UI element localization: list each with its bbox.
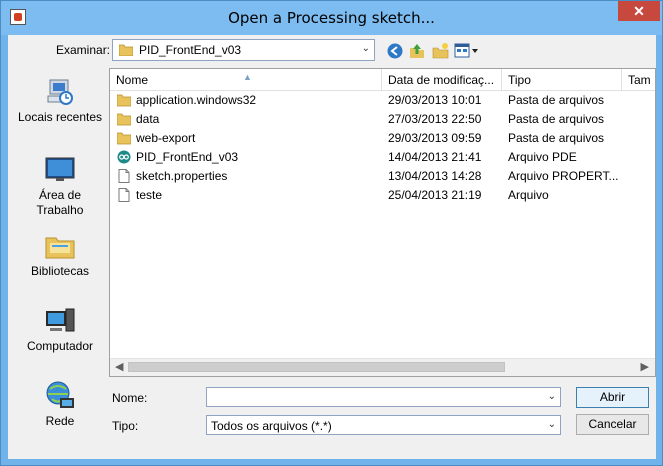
title-bar[interactable]: Open a Processing sketch... ✕	[1, 1, 662, 35]
chevron-down-icon: ⌄	[361, 43, 370, 54]
file-type-cell: Arquivo PROPERT...	[508, 169, 619, 183]
file-row[interactable]: data 27/03/2013 22:50 Pasta de arquivos	[110, 110, 655, 129]
desktop-icon	[45, 157, 75, 181]
view-menu-icon[interactable]	[454, 42, 480, 60]
file-list[interactable]: Nome ▲ Data de modificaç... Tipo Tam appl…	[109, 68, 656, 377]
network-icon	[46, 381, 74, 408]
chevron-down-icon: ⌄	[547, 419, 556, 430]
file-row[interactable]: web-export 29/03/2013 09:59 Pasta de arqui…	[110, 129, 655, 148]
place-label: Área de Trabalho	[36, 188, 84, 217]
file-name-cell: sketch.properties	[136, 169, 228, 183]
file-name-input[interactable]: ⌄	[206, 387, 561, 407]
dialog-body: Examinar: PID_FrontEnd_v03 ⌄ Locais rece…	[8, 35, 656, 459]
column-header-date[interactable]: Data de modificaç...	[382, 69, 502, 90]
file-list-header: Nome ▲ Data de modificaç... Tipo Tam	[110, 69, 655, 91]
file-type-label: Tipo:	[112, 419, 139, 433]
file-type-cell: Pasta de arquivos	[508, 131, 605, 145]
file-name-cell: web-export	[136, 131, 196, 145]
computer-icon	[46, 308, 75, 332]
look-in-combo[interactable]: PID_FrontEnd_v03 ⌄	[112, 39, 375, 61]
file-type-cell: Pasta de arquivos	[508, 93, 605, 107]
file-row[interactable]: sketch.properties 13/04/2013 14:28 Arquivo…	[110, 167, 655, 186]
file-date-cell: 27/03/2013 22:50	[388, 112, 482, 126]
folder-icon	[119, 44, 133, 56]
look-in-value: PID_FrontEnd_v03	[139, 43, 242, 57]
new-folder-icon[interactable]	[432, 42, 450, 60]
file-name-cell: data	[136, 112, 160, 126]
folder-icon	[117, 94, 131, 107]
file-row[interactable]: PID_FrontEnd_v03 14/04/2013 21:41 Arquivo …	[110, 148, 655, 167]
file-date-cell: 29/03/2013 10:01	[388, 93, 482, 107]
file-date-cell: 29/03/2013 09:59	[388, 131, 482, 145]
file-row[interactable]: teste 25/04/2013 21:19 Arquivo	[110, 186, 655, 205]
place-label: Rede	[45, 414, 75, 428]
file-type-value: Todos os arquivos (*.*)	[211, 419, 332, 433]
file-type-combo[interactable]: Todos os arquivos (*.*) ⌄	[206, 415, 561, 435]
scrollbar-thumb[interactable]	[128, 362, 505, 372]
place-recent[interactable]: Locais recentes	[12, 76, 108, 125]
column-header-type[interactable]: Tipo	[502, 69, 622, 90]
place-label: Computador	[26, 339, 94, 353]
scroll-right-icon[interactable]: ▶	[641, 360, 649, 373]
recent-places-icon	[47, 79, 73, 105]
file-name-label: Nome:	[112, 391, 148, 405]
place-label: Bibliotecas	[30, 264, 90, 278]
open-dialog-window: Open a Processing sketch... ✕ Examinar: …	[0, 0, 663, 466]
window-title: Open a Processing sketch...	[228, 9, 435, 27]
scroll-left-icon[interactable]: ◀	[115, 360, 123, 373]
file-name-cell: application.windows32	[136, 93, 257, 107]
open-button[interactable]: Abrir	[576, 387, 649, 408]
column-header-size[interactable]: Tam	[622, 69, 655, 90]
place-computer[interactable]: Computador	[12, 305, 108, 354]
sort-ascending-icon: ▲	[243, 72, 252, 82]
libraries-icon	[45, 237, 75, 259]
folder-icon	[117, 113, 131, 126]
file-type-cell: Arquivo	[508, 188, 549, 202]
file-row[interactable]: application.windows32 29/03/2013 10:01 Pas…	[110, 91, 655, 110]
places-bar: Locais recentes Área de Trabalho Bibliot…	[12, 68, 108, 456]
file-type-cell: Pasta de arquivos	[508, 112, 605, 126]
file-name-cell: teste	[136, 188, 163, 202]
cancel-button[interactable]: Cancelar	[576, 414, 649, 435]
column-header-name[interactable]: Nome ▲	[110, 69, 382, 90]
file-date-cell: 14/04/2013 21:41	[388, 150, 482, 164]
place-label: Locais recentes	[17, 110, 103, 124]
processing-sketch-icon	[117, 150, 131, 164]
up-folder-icon[interactable]	[408, 42, 426, 60]
place-network[interactable]: Rede	[12, 380, 108, 429]
close-button[interactable]: ✕	[618, 1, 660, 21]
look-in-label: Examinar:	[56, 43, 111, 57]
file-icon	[118, 169, 130, 183]
chevron-down-icon[interactable]: ⌄	[548, 391, 556, 402]
folder-icon	[117, 132, 131, 145]
back-icon[interactable]	[386, 42, 404, 60]
place-desktop[interactable]: Área de Trabalho	[12, 154, 108, 218]
place-libraries[interactable]: Bibliotecas	[12, 230, 108, 279]
file-name-cell: PID_FrontEnd_v03	[136, 150, 239, 164]
file-date-cell: 25/04/2013 21:19	[388, 188, 482, 202]
file-type-cell: Arquivo PDE	[508, 150, 577, 164]
file-icon	[118, 188, 130, 202]
file-date-cell: 13/04/2013 14:28	[388, 169, 482, 183]
horizontal-scrollbar[interactable]: ◀ ▶	[110, 358, 655, 376]
